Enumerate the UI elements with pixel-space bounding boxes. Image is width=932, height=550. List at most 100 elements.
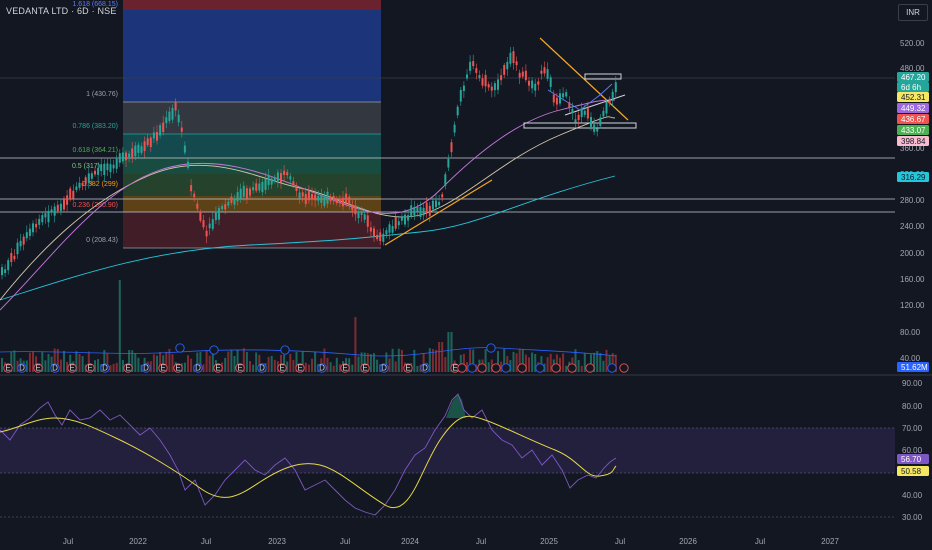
candle-body xyxy=(78,182,81,188)
earnings-marker-icon[interactable]: E xyxy=(158,363,168,373)
volume-bar xyxy=(270,355,273,372)
candle-body xyxy=(140,146,143,153)
volume-bar xyxy=(314,351,317,372)
candle-body xyxy=(4,269,7,273)
fib-retracement-drawing[interactable] xyxy=(123,0,381,249)
candle-body xyxy=(462,85,465,92)
candle-body xyxy=(106,163,109,171)
candle-body xyxy=(425,202,428,214)
dividend-marker-icon[interactable]: D xyxy=(17,363,27,373)
candle-body xyxy=(38,218,41,225)
earnings-marker-icon[interactable]: E xyxy=(33,363,43,373)
rsi-tag: 56.70 xyxy=(897,454,929,464)
candle-body xyxy=(577,114,580,121)
volume-bar xyxy=(357,356,360,372)
price-tick-label: 520.00 xyxy=(900,39,925,48)
candle-body xyxy=(354,205,357,215)
rsi-pane[interactable] xyxy=(0,393,895,518)
earnings-marker-icon[interactable]: E xyxy=(235,363,245,373)
dividend-marker-icon[interactable]: D xyxy=(420,363,430,373)
volume-bar xyxy=(397,348,400,372)
event-marker-label: D xyxy=(102,364,108,373)
dividend-marker-icon[interactable]: D xyxy=(141,363,151,373)
candle-body xyxy=(97,167,100,175)
candle-body xyxy=(283,170,286,175)
price-tick-label: 80.00 xyxy=(900,328,921,337)
earnings-marker-icon[interactable]: E xyxy=(123,363,133,373)
candle-body xyxy=(459,89,462,102)
dividend-marker-icon[interactable]: D xyxy=(317,363,327,373)
dividend-marker-icon[interactable] xyxy=(467,363,477,373)
volume-bar xyxy=(394,361,397,372)
candle-body xyxy=(59,203,62,211)
candle-body xyxy=(75,186,78,191)
candle-body xyxy=(125,152,127,161)
earnings-marker-icon[interactable]: E xyxy=(67,363,77,373)
earnings-marker-icon[interactable] xyxy=(551,363,561,373)
volume-bar xyxy=(369,354,372,372)
earnings-marker-icon[interactable]: E xyxy=(85,363,95,373)
volume-bar xyxy=(438,342,441,372)
earnings-marker-icon[interactable]: E xyxy=(403,363,413,373)
earnings-marker-icon[interactable] xyxy=(491,363,501,373)
candle-body xyxy=(317,195,320,201)
rsi-axis[interactable]: 90.0080.0070.0060.0050.0040.0030.00 xyxy=(902,379,923,522)
rsi-band xyxy=(0,428,895,473)
dividend-marker-icon[interactable] xyxy=(535,363,545,373)
dividend-marker-icon[interactable] xyxy=(607,363,617,373)
dividend-marker-icon[interactable] xyxy=(209,345,219,355)
dividend-marker-icon[interactable]: D xyxy=(193,363,203,373)
dividend-marker-icon[interactable]: D xyxy=(100,363,110,373)
event-marker-label: E xyxy=(297,364,302,373)
earnings-marker-icon[interactable]: E xyxy=(295,363,305,373)
candle-body xyxy=(230,196,233,203)
earnings-marker-icon[interactable]: E xyxy=(340,363,350,373)
candle-body xyxy=(397,221,400,226)
volume-bar xyxy=(515,353,518,372)
candle-body xyxy=(171,107,174,120)
candle-body xyxy=(444,174,447,186)
candle-body xyxy=(481,78,484,86)
earnings-marker-icon[interactable] xyxy=(567,363,577,373)
dividend-marker-icon[interactable] xyxy=(175,343,185,353)
price-tag-label: 398.84 xyxy=(901,137,926,146)
earnings-marker-icon[interactable]: E xyxy=(360,363,370,373)
earnings-marker-icon[interactable] xyxy=(619,363,629,373)
dividend-marker-icon[interactable] xyxy=(280,345,290,355)
candle-body xyxy=(44,213,47,218)
dividend-marker-icon[interactable]: D xyxy=(257,363,267,373)
dividend-marker-icon[interactable]: D xyxy=(379,363,389,373)
volume-bar xyxy=(156,355,158,372)
earnings-marker-icon[interactable] xyxy=(457,363,467,373)
candle-body xyxy=(28,228,31,236)
earnings-marker-icon[interactable]: E xyxy=(277,363,287,373)
earnings-marker-icon[interactable] xyxy=(517,363,527,373)
symbol-title[interactable]: VEDANTA LTD · 6D · NSE xyxy=(6,6,117,16)
dividend-marker-icon[interactable] xyxy=(486,343,496,353)
earnings-marker-icon[interactable]: E xyxy=(3,363,13,373)
volume-bar xyxy=(332,365,335,372)
earnings-marker-icon[interactable]: E xyxy=(173,363,183,373)
volume-bar xyxy=(44,360,47,372)
earnings-marker-icon[interactable] xyxy=(585,363,595,373)
event-marker-label: E xyxy=(342,364,347,373)
earnings-marker-icon[interactable]: E xyxy=(213,363,223,373)
dividend-marker-icon[interactable]: D xyxy=(50,363,60,373)
currency-button[interactable]: INR xyxy=(898,4,928,21)
candle-body xyxy=(493,83,496,91)
volume-bar xyxy=(329,362,332,372)
chart-canvas[interactable]: 1.618 (668.15) 1 (430.76) 0.786 (383.20)… xyxy=(0,0,932,550)
candle-body xyxy=(63,199,65,210)
candle-body xyxy=(438,201,441,206)
dividend-marker-icon[interactable] xyxy=(501,363,511,373)
candle-body xyxy=(453,124,456,133)
candle-body xyxy=(245,188,248,199)
time-axis[interactable]: Jul 2022 Jul 2023 Jul 2024 Jul 2025 Jul 2026 Jul 20… xyxy=(63,537,840,546)
price-tag: 51.62M xyxy=(897,362,929,372)
rsi-tick-label: 30.00 xyxy=(902,513,923,522)
event-marker-label: D xyxy=(19,364,25,373)
candle-body xyxy=(276,172,279,182)
earnings-marker-icon[interactable] xyxy=(477,363,487,373)
rsi-tick-label: 40.00 xyxy=(902,491,923,500)
volume-bar xyxy=(286,361,289,372)
